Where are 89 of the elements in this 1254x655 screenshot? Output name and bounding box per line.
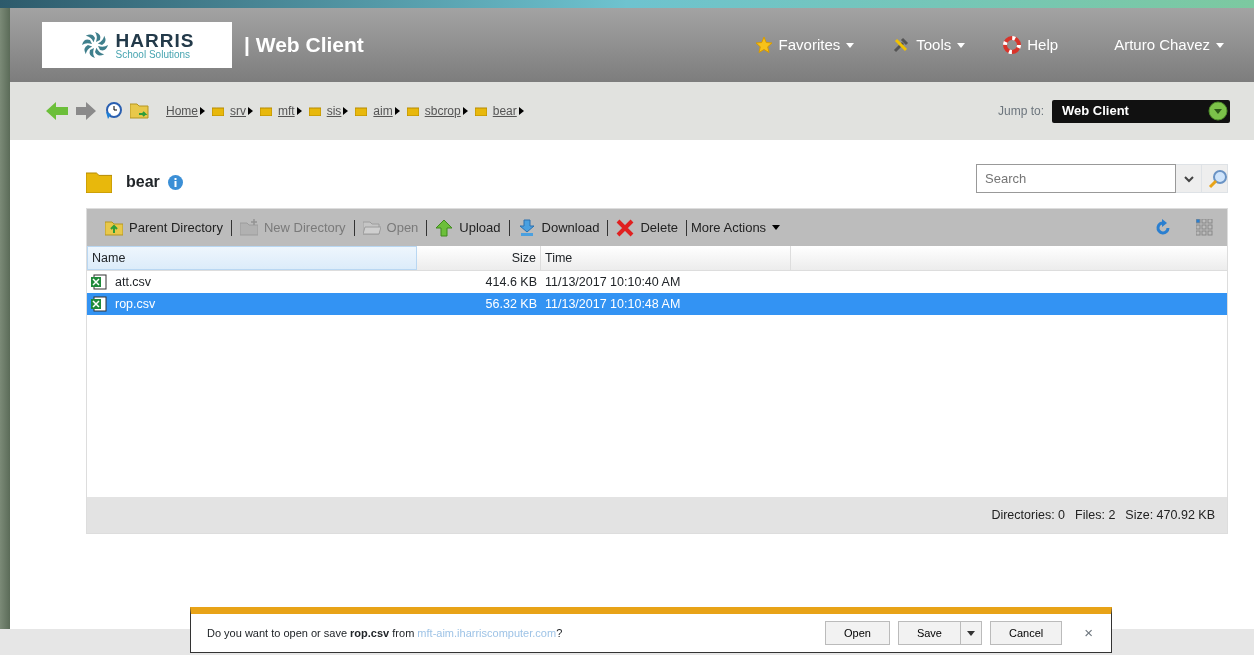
breadcrumb-link[interactable]: bear: [492, 102, 517, 120]
folder-plus-icon: [239, 218, 258, 237]
triangle-icon: [296, 107, 302, 115]
download-icon: [517, 218, 536, 237]
file-row[interactable]: rop.csv 56.32 KB 11/13/2017 10:10:48 AM: [87, 293, 1227, 315]
clock-icon: [104, 102, 122, 120]
swirl-logo-icon: [79, 30, 110, 60]
view-grid-button[interactable]: [1196, 219, 1213, 236]
triangle-icon: [248, 107, 253, 115]
breadcrumb-link[interactable]: Home: [166, 102, 198, 120]
file-name: rop.csv: [115, 295, 156, 313]
download-save-button[interactable]: Save: [897, 621, 961, 645]
search-button[interactable]: [1202, 164, 1228, 193]
toolbar-upload-button[interactable]: Upload: [435, 217, 501, 238]
folder-icon: [260, 106, 272, 116]
toolbar-more-button[interactable]: More Actions: [690, 217, 781, 238]
logo-name: HARRIS: [115, 30, 195, 50]
download-open-button[interactable]: Open: [825, 621, 890, 645]
download-cancel-button[interactable]: Cancel: [990, 621, 1063, 645]
toolbar-parent-button[interactable]: Parent Directory: [105, 217, 223, 238]
folder-icon: [212, 106, 224, 116]
arrow-right-icon: [76, 102, 96, 120]
folder-sync-button[interactable]: [130, 102, 150, 120]
triangle-icon: [462, 107, 468, 115]
chevron-icon: [1183, 175, 1194, 183]
file-time: 11/13/2017 10:10:40 AM: [544, 273, 682, 291]
folder-icon: [308, 106, 321, 116]
jump-select[interactable]: Web Client: [1052, 99, 1230, 123]
toolbar-download-button[interactable]: Download: [517, 217, 600, 238]
file-size: 414.6 KB: [484, 273, 538, 291]
breadcrumb-link[interactable]: aim: [373, 102, 393, 120]
info-icon: [167, 174, 183, 190]
column-header[interactable]: Time: [541, 246, 791, 270]
lifebuoy-icon: [1003, 36, 1022, 54]
menu-help[interactable]: Help: [997, 32, 1065, 58]
spreadsheet-icon: [91, 274, 107, 290]
menu-user[interactable]: Arturo Chavez: [1108, 32, 1230, 58]
folder-icon: [474, 106, 487, 116]
file-row[interactable]: att.csv 414.6 KB 11/13/2017 10:10:40 AM: [87, 271, 1227, 293]
breadcrumb-link[interactable]: sbcrop: [424, 102, 461, 120]
folder-title: bear: [126, 172, 160, 192]
triangle-icon: [518, 107, 524, 115]
breadcrumb-link[interactable]: srv: [230, 102, 246, 120]
logo-tagline: School Solutions: [115, 49, 192, 60]
app-title: | Web Client: [244, 32, 364, 59]
arrow-up-icon: [435, 218, 454, 237]
folder-open-icon: [362, 218, 381, 237]
wrench-icon: [892, 36, 911, 54]
download-message: Do you want to open or save rop.csv from mft-aim.iharriscomputer.com?: [207, 625, 563, 641]
file-size: 56.32 KB: [484, 295, 538, 313]
back-button[interactable]: [46, 102, 68, 120]
column-header[interactable]: Size: [417, 246, 541, 270]
triangle-icon: [343, 107, 349, 115]
folder-up-icon: [105, 218, 123, 237]
file-name: att.csv: [115, 273, 152, 291]
search-icon: [1208, 168, 1228, 189]
file-time: 11/13/2017 10:10:48 AM: [544, 295, 682, 313]
status-text: Files: 2: [1075, 506, 1116, 524]
folder-icon: [406, 106, 419, 116]
menu-tools[interactable]: Tools: [886, 32, 972, 58]
spreadsheet-icon: [91, 296, 107, 312]
toolbar-delete-button[interactable]: Delete: [616, 217, 678, 238]
caret-icon: [967, 631, 975, 637]
triangle-icon: [394, 107, 400, 115]
arrow-left-icon: [46, 102, 68, 120]
save-options-button[interactable]: [961, 621, 982, 645]
folder-icon: [86, 171, 112, 193]
breadcrumb-link[interactable]: sis: [326, 102, 342, 120]
folder-icon: [355, 106, 368, 116]
status-text: Size: 470.92 KB: [1125, 506, 1215, 524]
caret-icon: [772, 225, 781, 230]
jump-label: Jump to:: [997, 103, 1044, 120]
refresh-button[interactable]: [1154, 218, 1172, 237]
cross-icon: [616, 218, 635, 237]
search-options-button[interactable]: [1176, 164, 1202, 193]
refresh-icon: [1154, 218, 1172, 237]
triangle-icon: [200, 107, 205, 115]
breadcrumb-link[interactable]: mft: [278, 102, 295, 120]
forward-button[interactable]: [76, 102, 96, 120]
star-icon: [754, 36, 773, 54]
menu-favorites[interactable]: Favorites: [748, 32, 861, 58]
close-button[interactable]: ×: [1078, 620, 1099, 646]
search-field[interactable]: Search: [976, 164, 1176, 193]
dropdown-circle-icon: [1208, 101, 1228, 121]
history-button[interactable]: [104, 102, 122, 120]
status-text: Directories: 0: [991, 506, 1066, 524]
grid-icon: [1196, 219, 1213, 236]
column-header[interactable]: Name: [87, 246, 417, 270]
folder-arrow-icon: [130, 102, 150, 120]
